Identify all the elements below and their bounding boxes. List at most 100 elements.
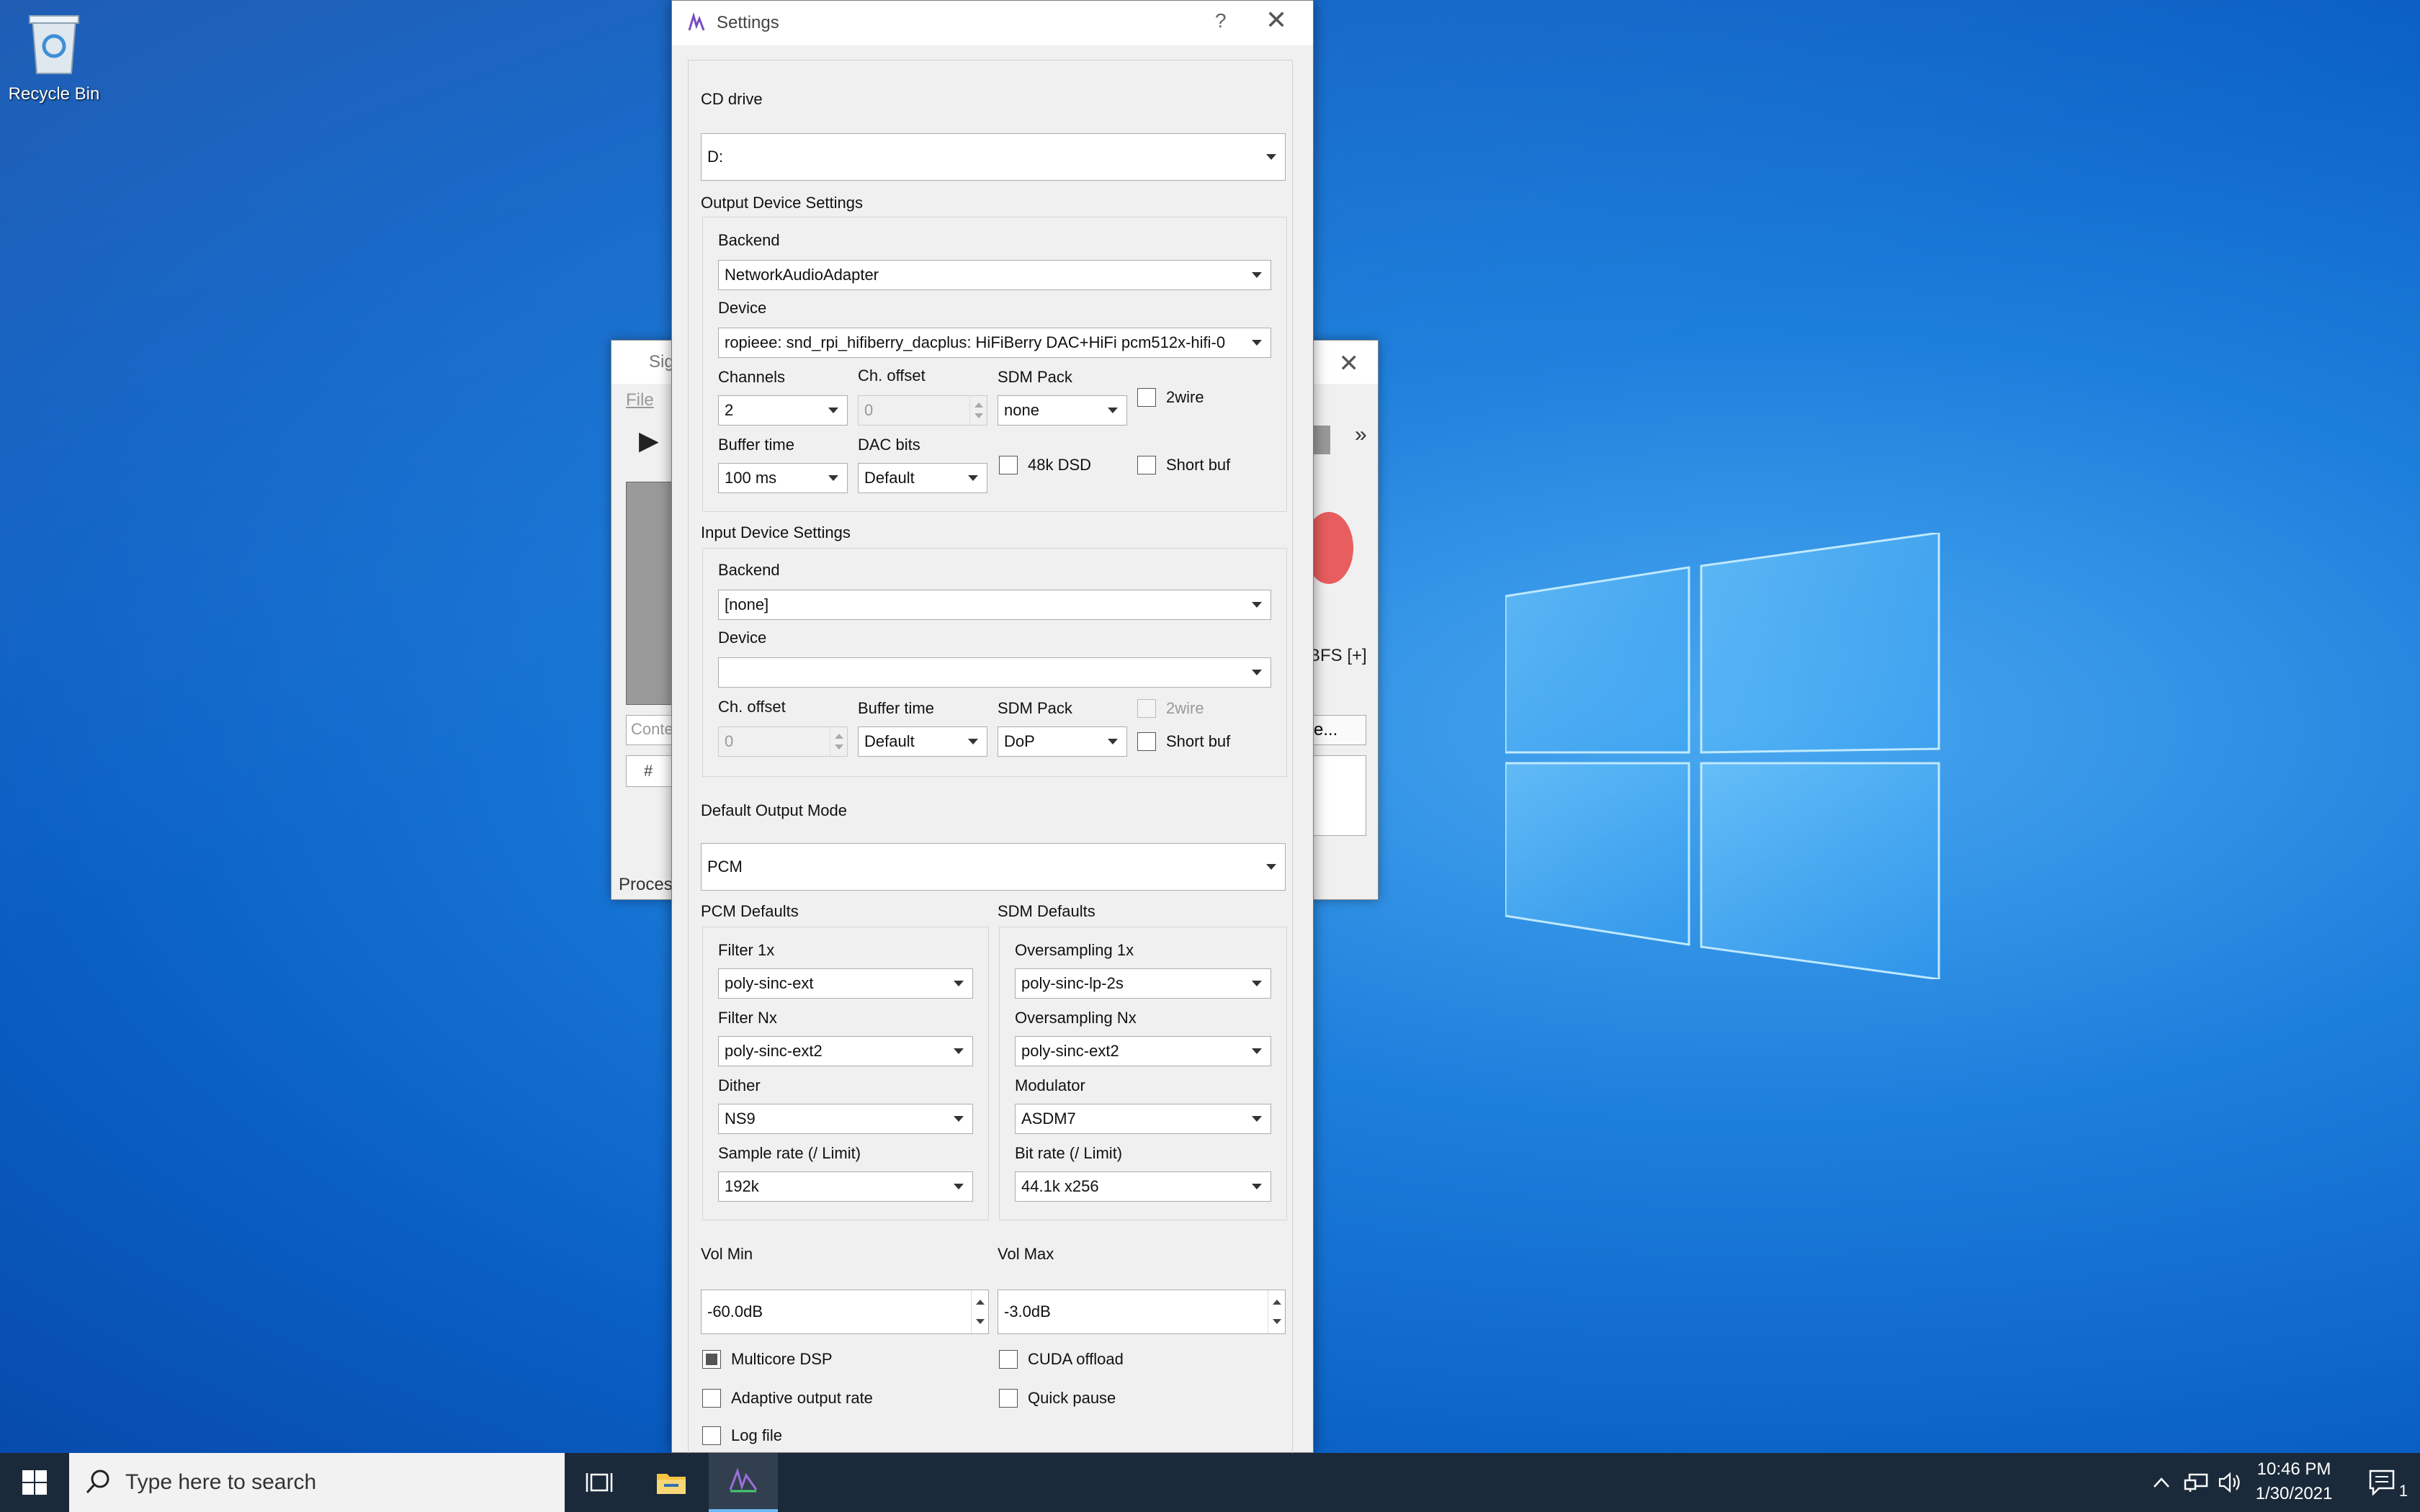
osnx-select[interactable]: poly-sinc-ext2 <box>1015 1036 1271 1066</box>
spinner-icon[interactable] <box>969 396 987 425</box>
input-buffer-time-select[interactable]: Default <box>858 726 987 757</box>
taskbar-search-box[interactable]: Type here to search <box>69 1453 565 1512</box>
start-button[interactable] <box>0 1453 69 1512</box>
input-sdm-pack-label: SDM Pack <box>998 699 1072 717</box>
input-device-section-label: Input Device Settings <box>701 523 851 541</box>
dsd48k-checkbox[interactable]: 48k DSD <box>999 456 1091 474</box>
bit-rate-value: 44.1k x256 <box>1021 1177 1099 1195</box>
recycle-bin[interactable]: Recycle Bin <box>7 10 101 104</box>
default-output-mode-value: PCM <box>707 858 743 876</box>
toolbar-overflow-icon[interactable]: » <box>1355 423 1367 447</box>
output-backend-select[interactable]: NetworkAudioAdapter <box>718 260 1271 290</box>
show-hidden-icons[interactable] <box>2152 1453 2171 1512</box>
output-device-label: Device <box>718 299 767 317</box>
channels-label: Channels <box>718 368 785 386</box>
close-icon[interactable]: ✕ <box>1265 5 1287 35</box>
sample-rate-value: 192k <box>725 1177 759 1195</box>
background-button[interactable]: e... <box>1309 715 1366 745</box>
output-buffer-time-select[interactable]: 100 ms <box>718 463 848 493</box>
vol-min-spinbox[interactable]: -60.0dB <box>701 1290 989 1334</box>
filter-input[interactable]: Conte <box>626 715 676 745</box>
sample-rate-select[interactable]: 192k <box>718 1171 973 1202</box>
bit-rate-label: Bit rate (/ Limit) <box>1015 1144 1123 1162</box>
clock-date: 1/30/2021 <box>2255 1484 2333 1503</box>
modulator-label: Modulator <box>1015 1076 1085 1094</box>
output-buffer-time-label: Buffer time <box>718 436 794 454</box>
input-backend-select[interactable]: [none] <box>718 590 1271 620</box>
file-explorer-button[interactable] <box>637 1453 706 1512</box>
network-icon <box>2184 1473 2208 1492</box>
dac-bits-label: DAC bits <box>858 436 920 454</box>
output-sdm-pack-label: SDM Pack <box>998 368 1072 386</box>
multicore-dsp-checkbox[interactable]: Multicore DSP <box>702 1350 833 1369</box>
spinner-icon[interactable] <box>1268 1290 1285 1333</box>
input-sdm-pack-select[interactable]: DoP <box>998 726 1127 757</box>
play-icon[interactable]: ▶ <box>639 426 659 456</box>
input-ch-offset-spinbox[interactable]: 0 <box>718 726 848 757</box>
table-header: # <box>626 755 676 787</box>
windows-logo-wallpaper <box>1505 533 1940 979</box>
input-buffer-time-label: Buffer time <box>858 699 934 717</box>
background-close-icon[interactable]: ✕ <box>1339 349 1360 378</box>
output-device-select[interactable]: ropieee: snd_rpi_hifiberry_dacplus: HiFi… <box>718 328 1271 358</box>
quick-pause-label: Quick pause <box>1028 1389 1116 1407</box>
spinner-icon[interactable] <box>971 1290 988 1333</box>
checkbox-box <box>702 1426 721 1445</box>
output-backend-value: NetworkAudioAdapter <box>725 266 879 284</box>
checkbox-box <box>702 1350 721 1369</box>
signal-app-icon <box>729 1467 758 1493</box>
output-ch-offset-spinbox[interactable]: 0 <box>858 395 987 426</box>
chevron-down-icon <box>1252 1116 1262 1122</box>
output-2wire-checkbox[interactable]: 2wire <box>1137 388 1204 407</box>
multicore-dsp-label: Multicore DSP <box>731 1350 833 1368</box>
input-device-select[interactable] <box>718 657 1271 688</box>
output-buffer-time-value: 100 ms <box>725 469 777 487</box>
output-ch-offset-label: Ch. offset <box>858 366 926 384</box>
bit-rate-select[interactable]: 44.1k x256 <box>1015 1171 1271 1202</box>
os1x-label: Oversampling 1x <box>1015 941 1134 959</box>
output-backend-label: Backend <box>718 231 780 249</box>
dac-bits-select[interactable]: Default <box>858 463 987 493</box>
spinner-icon[interactable] <box>830 727 847 756</box>
cuda-offload-checkbox[interactable]: CUDA offload <box>999 1350 1124 1369</box>
vol-max-spinbox[interactable]: -3.0dB <box>998 1290 1286 1334</box>
os1x-select[interactable]: poly-sinc-lp-2s <box>1015 968 1271 999</box>
chevron-down-icon <box>954 1184 964 1189</box>
log-file-checkbox[interactable]: Log file <box>702 1426 782 1445</box>
chevron-down-icon <box>1108 739 1118 744</box>
taskbar: Type here to search 10:46 PM 1/30/2021 1 <box>0 1453 2420 1512</box>
osnx-value: poly-sinc-ext2 <box>1021 1042 1119 1060</box>
checkbox-box <box>999 456 1018 474</box>
save-icon[interactable] <box>1312 426 1330 454</box>
input-short-buf-checkbox[interactable]: Short buf <box>1137 732 1230 751</box>
dialog-titlebar: Settings ? ✕ <box>672 1 1313 45</box>
adaptive-output-rate-checkbox[interactable]: Adaptive output rate <box>702 1389 873 1408</box>
chevron-down-icon <box>1252 340 1262 346</box>
default-output-mode-select[interactable]: PCM <box>701 843 1286 891</box>
output-ch-offset-value: 0 <box>864 401 874 419</box>
menu-file[interactable]: File <box>626 390 654 410</box>
network-status[interactable] <box>2184 1453 2210 1512</box>
output-sdm-pack-select[interactable]: none <box>998 395 1127 426</box>
channels-select[interactable]: 2 <box>718 395 848 426</box>
taskbar-clock[interactable]: 10:46 PM 1/30/2021 <box>2233 1457 2355 1506</box>
chevron-down-icon <box>1252 1048 1262 1054</box>
app-taskbar-button[interactable] <box>709 1453 778 1512</box>
checkbox-box <box>1137 388 1156 407</box>
filternx-select[interactable]: poly-sinc-ext2 <box>718 1036 973 1066</box>
dither-select[interactable]: NS9 <box>718 1104 973 1134</box>
task-view-button[interactable] <box>565 1453 634 1512</box>
action-center-button[interactable]: 1 <box>2357 1453 2420 1512</box>
modulator-select[interactable]: ASDM7 <box>1015 1104 1271 1134</box>
output-sdm-pack-value: none <box>1004 401 1039 419</box>
filter1x-select[interactable]: poly-sinc-ext <box>718 968 973 999</box>
clock-time: 10:46 PM <box>2257 1459 2331 1479</box>
cd-drive-select[interactable]: D: <box>701 133 1286 181</box>
help-icon[interactable]: ? <box>1215 9 1227 32</box>
output-short-buf-checkbox[interactable]: Short buf <box>1137 456 1230 474</box>
chevron-down-icon <box>954 981 964 986</box>
search-icon <box>86 1470 109 1494</box>
chevron-down-icon <box>1266 154 1276 160</box>
quick-pause-checkbox[interactable]: Quick pause <box>999 1389 1116 1408</box>
input-2wire-checkbox[interactable]: 2wire <box>1137 699 1204 718</box>
